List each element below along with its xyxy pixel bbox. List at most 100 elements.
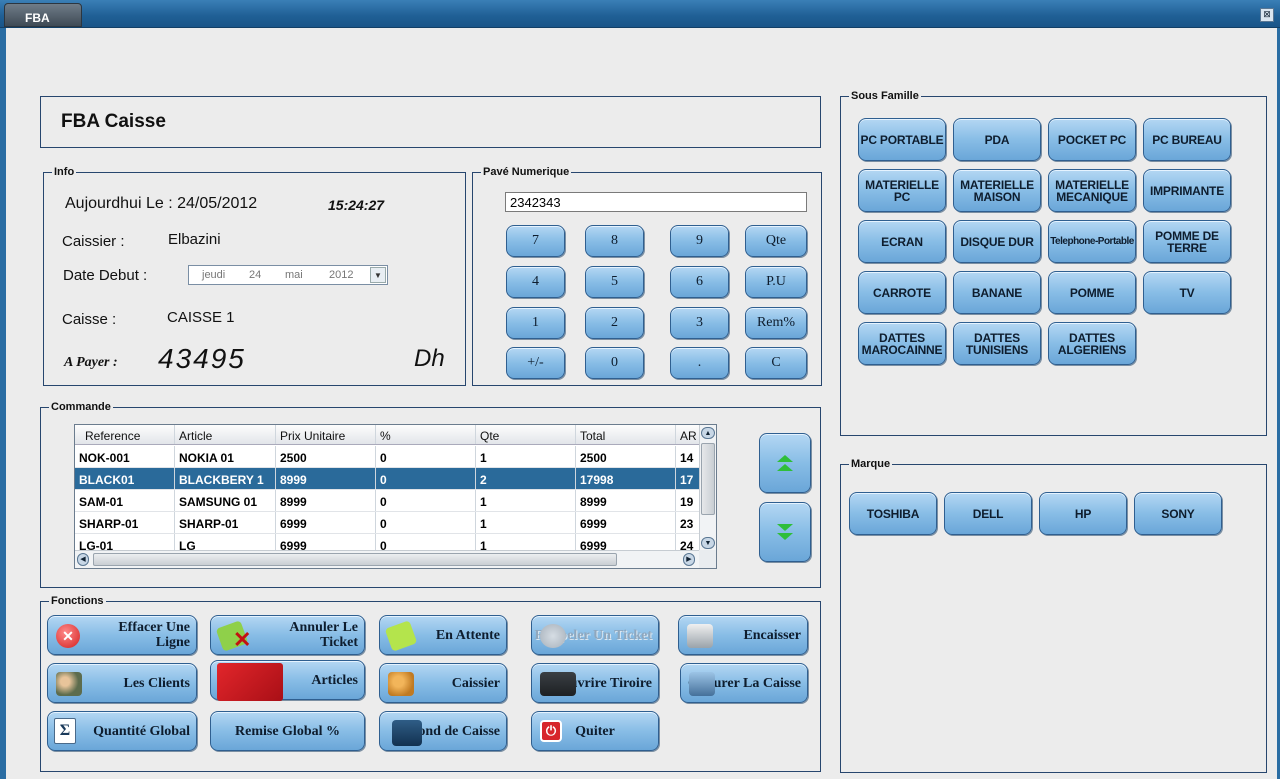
subfamily-banane[interactable]: BANANE	[953, 271, 1041, 314]
close-icon[interactable]: ⊠	[1260, 8, 1274, 22]
power-icon: ⏻	[540, 720, 562, 742]
numpad-key-3[interactable]: 3	[670, 307, 729, 339]
order-group-title: Commande	[49, 401, 113, 413]
move-up-button[interactable]	[759, 433, 811, 493]
numpad-key-0[interactable]: 0	[585, 347, 644, 379]
cashier-label-btn: Caissier	[451, 675, 500, 691]
subfamily-pocket-pc[interactable]: POCKET PC	[1048, 118, 1136, 161]
subfamily-materielle-maison[interactable]: MATERIELLE MAISON	[953, 169, 1041, 212]
cash-float-icon	[392, 720, 422, 746]
horizontal-scroll-thumb[interactable]	[93, 553, 617, 566]
numpad-key-4[interactable]: 4	[506, 266, 565, 298]
scroll-up-icon[interactable]: ▲	[701, 427, 715, 439]
col-unit-price[interactable]: Prix Unitaire	[276, 425, 376, 444]
order-table[interactable]: Reference Article Prix Unitaire % Qte To…	[74, 424, 717, 569]
close-register-button[interactable]: Cloturer La Caisse	[680, 663, 808, 703]
window-frame-left	[0, 28, 6, 779]
brand-dell[interactable]: DELL	[944, 492, 1032, 535]
subfamily-telephone-portable[interactable]: Telephone-Portable	[1048, 220, 1136, 263]
delete-icon: ✕	[56, 624, 80, 648]
global-quantity-button[interactable]: Σ Quantité Global	[47, 711, 197, 751]
numpad-key-rem[interactable]: Rem%	[745, 307, 807, 339]
table-row-selected[interactable]: BLACK01 BLACKBERY 1 8999 0 2 17998 17	[75, 468, 699, 490]
numpad-key-7[interactable]: 7	[506, 225, 565, 257]
table-row[interactable]: SHARP-01 SHARP-01 6999 0 1 6999 23	[75, 512, 699, 534]
cell: 2500	[276, 446, 376, 467]
subfamily-disque-dur[interactable]: DISQUE DUR	[953, 220, 1041, 263]
subfamily-dattes-marocainne[interactable]: DATTES MAROCAINNE	[858, 322, 946, 365]
cell: BLACK01	[75, 468, 175, 489]
col-total[interactable]: Total	[576, 425, 676, 444]
scroll-left-icon[interactable]: ◀	[77, 553, 89, 566]
table-header: Reference Article Prix Unitaire % Qte To…	[75, 425, 699, 445]
table-row[interactable]: SAM-01 SAMSUNG 01 8999 0 1 8999 19	[75, 490, 699, 512]
numpad-key-plusminus[interactable]: +/-	[506, 347, 565, 379]
subfamily-dattes-algeriens[interactable]: DATTES ALGERIENS	[1048, 322, 1136, 365]
subfamily-ecran[interactable]: ECRAN	[858, 220, 946, 263]
subfamily-pomme-de-terre[interactable]: POMME DE TERRE	[1143, 220, 1231, 263]
cell: 17	[680, 473, 694, 487]
global-discount-button[interactable]: Remise Global %	[210, 711, 365, 751]
numpad-key-9[interactable]: 9	[670, 225, 729, 257]
cell: NOK-001	[75, 446, 175, 467]
cell: SAM-01	[75, 490, 175, 511]
move-down-button[interactable]	[759, 502, 811, 562]
subfamily-materielle-pc[interactable]: MATERIELLE PC	[858, 169, 946, 212]
cash-in-button[interactable]: Encaisser	[678, 615, 808, 655]
subfamily-dattes-tunisiens[interactable]: DATTES TUNISIENS	[953, 322, 1041, 365]
open-drawer-button[interactable]: Ouvrire Tiroire	[531, 663, 659, 703]
numpad-key-2[interactable]: 2	[585, 307, 644, 339]
scroll-right-icon[interactable]: ▶	[683, 553, 695, 566]
numpad-key-qte[interactable]: Qte	[745, 225, 807, 257]
subfamily-tv[interactable]: TV	[1143, 271, 1231, 314]
brand-toshiba[interactable]: TOSHIBA	[849, 492, 937, 535]
numpad-key-8[interactable]: 8	[585, 225, 644, 257]
cell: 14	[680, 451, 694, 465]
cash-float-button[interactable]: Fond de Caisse	[379, 711, 507, 751]
quit-button[interactable]: ⏻ Quiter	[531, 711, 659, 751]
on-hold-button[interactable]: En Attente	[379, 615, 507, 655]
cancel-ticket-button[interactable]: ✕ Annuler Le Ticket	[210, 615, 365, 655]
vertical-scrollbar[interactable]: ▲ ▼	[699, 425, 716, 551]
numpad-key-clear[interactable]: C	[745, 347, 807, 379]
cell: 8999	[276, 490, 376, 511]
col-percent[interactable]: %	[376, 425, 476, 444]
numpad-input[interactable]	[505, 192, 807, 212]
brand-sony[interactable]: SONY	[1134, 492, 1222, 535]
subfamily-pda[interactable]: PDA	[953, 118, 1041, 161]
articles-button[interactable]: Articles	[210, 660, 365, 701]
cell: 17998	[576, 468, 676, 489]
scroll-down-icon[interactable]: ▼	[701, 537, 715, 549]
cell: 2500	[576, 446, 676, 467]
delete-line-button[interactable]: ✕ Effacer Une Ligne	[47, 615, 197, 655]
cashier-button[interactable]: Caissier	[379, 663, 507, 703]
clients-button[interactable]: Les Clients	[47, 663, 197, 703]
subfamily-carrote[interactable]: CARROTE	[858, 271, 946, 314]
chevron-down-icon[interactable]: ▼	[370, 267, 386, 283]
subfamily-materielle-mecanique[interactable]: MATERIELLE MECANIQUE	[1048, 169, 1136, 212]
on-hold-label: En Attente	[435, 627, 500, 643]
subfamily-imprimante[interactable]: IMPRIMANTE	[1143, 169, 1231, 212]
functions-group-title: Fonctions	[49, 595, 106, 607]
numpad-key-dot[interactable]: .	[670, 347, 729, 379]
numpad-key-1[interactable]: 1	[506, 307, 565, 339]
double-up-arrow-icon	[777, 455, 793, 471]
vertical-scroll-thumb[interactable]	[701, 443, 715, 515]
col-reference[interactable]: Reference	[75, 425, 175, 444]
horizontal-scrollbar[interactable]: ◀ ▶	[75, 550, 699, 568]
numpad-key-pu[interactable]: P.U	[745, 266, 807, 298]
sigma-icon: Σ	[54, 718, 76, 744]
subfamily-pomme[interactable]: POMME	[1048, 271, 1136, 314]
recall-ticket-button[interactable]: Rappeler Un Ticket	[531, 615, 659, 655]
subfamily-pc-bureau[interactable]: PC BUREAU	[1143, 118, 1231, 161]
col-ar[interactable]: AR	[676, 425, 699, 444]
start-date-picker[interactable]: jeudi 24 mai 2012 ▼	[188, 265, 388, 285]
numpad-key-5[interactable]: 5	[585, 266, 644, 298]
subfamily-pc-portable[interactable]: PC PORTABLE	[858, 118, 946, 161]
col-qty[interactable]: Qte	[476, 425, 576, 444]
cell: 19	[680, 495, 694, 509]
numpad-key-6[interactable]: 6	[670, 266, 729, 298]
table-row[interactable]: NOK-001 NOKIA 01 2500 0 1 2500 14	[75, 446, 699, 468]
brand-hp[interactable]: HP	[1039, 492, 1127, 535]
col-article[interactable]: Article	[175, 425, 276, 444]
